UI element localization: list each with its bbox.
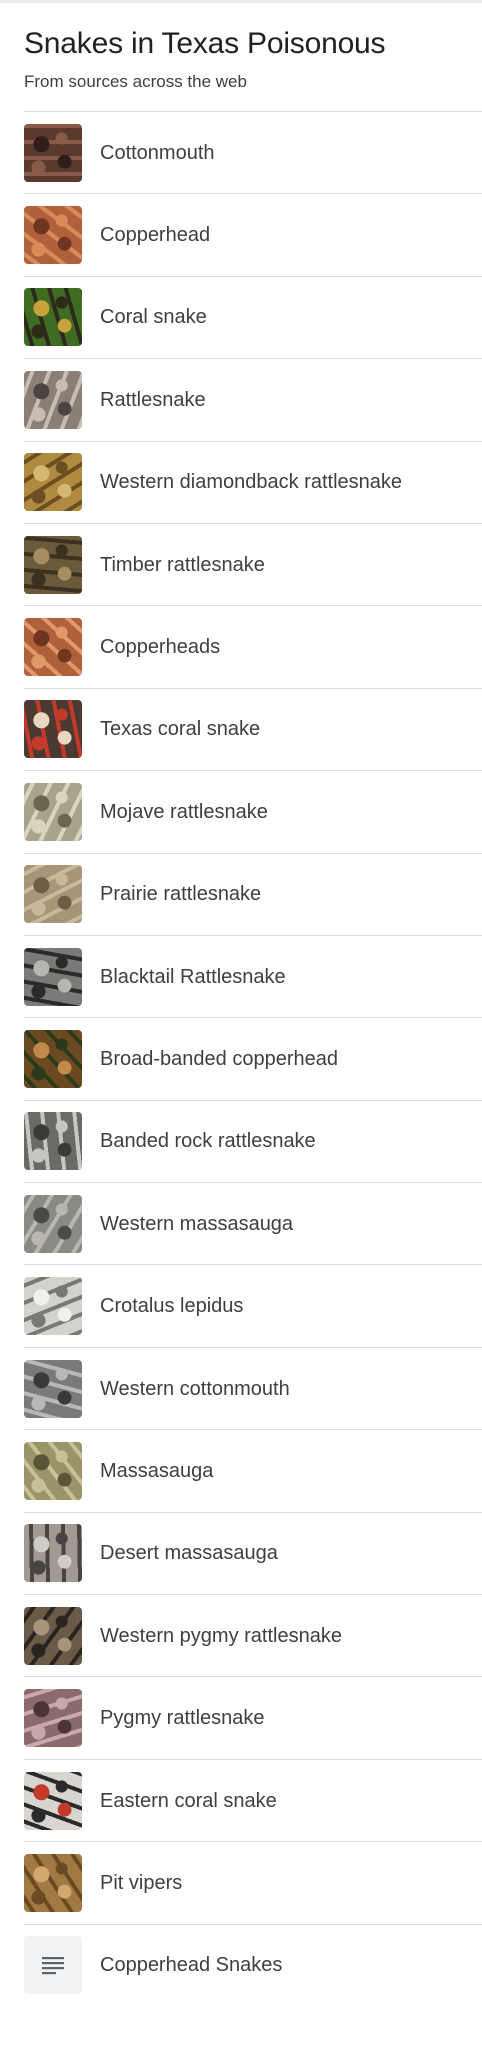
list-item[interactable]: Rattlesnake — [24, 358, 482, 440]
top-divider — [0, 0, 482, 3]
snake-thumbnail — [24, 123, 82, 182]
list-item-label: Prairie rattlesnake — [100, 883, 262, 906]
snake-thumbnail — [24, 1441, 82, 1500]
list-item-label: Eastern coral snake — [100, 1789, 277, 1812]
list-item[interactable]: Coral snake — [24, 275, 482, 358]
snake-thumbnail — [24, 618, 82, 677]
list-item-label: Copperhead Snakes — [100, 1954, 283, 1977]
list-item[interactable]: Timber rattlesnake — [24, 522, 482, 605]
snake-thumbnail — [24, 1606, 82, 1665]
list-item[interactable]: Cottonmouth — [24, 111, 482, 193]
list-item[interactable]: Western pygmy rattlesnake — [24, 1594, 482, 1676]
list-item-label: Banded rock rattlesnake — [100, 1130, 316, 1153]
snake-thumbnail — [24, 206, 82, 265]
snake-thumbnail — [24, 1853, 82, 1912]
list-item[interactable]: Western massasauga — [24, 1182, 482, 1264]
list-item-label: Rattlesnake — [100, 388, 206, 411]
list-item[interactable]: Broad-banded copperhead — [24, 1017, 482, 1099]
list-item[interactable]: Copperhead — [24, 193, 482, 275]
list-item-label: Western diamondback rattlesnake — [100, 471, 403, 494]
list-item[interactable]: Pit vipers — [24, 1841, 482, 1923]
list-item[interactable]: Copperhead Snakes — [24, 1923, 482, 2006]
snake-thumbnail — [24, 1112, 82, 1171]
list-item[interactable]: Mojave rattlesnake — [24, 770, 482, 852]
list-item[interactable]: Massasauga — [24, 1429, 482, 1511]
list-item[interactable]: Western cottonmouth — [24, 1346, 482, 1429]
page-title: Snakes in Texas Poisonous — [24, 27, 386, 60]
list-item[interactable]: Texas coral snake — [24, 687, 482, 770]
snake-thumbnail — [24, 288, 82, 347]
snake-thumbnail — [24, 453, 82, 512]
snake-thumbnail — [24, 1359, 82, 1418]
list-item-label: Pygmy rattlesnake — [100, 1707, 265, 1730]
list-item-label: Timber rattlesnake — [100, 553, 265, 576]
list-item-label: Desert massasauga — [100, 1542, 278, 1565]
snake-thumbnail — [24, 947, 82, 1006]
list-item[interactable]: Eastern coral snake — [24, 1758, 482, 1841]
snake-thumbnail — [24, 865, 82, 924]
list-item-label: Pit vipers — [100, 1871, 183, 1894]
list-item[interactable]: Desert massasauga — [24, 1511, 482, 1594]
snake-thumbnail — [24, 1689, 82, 1748]
list-item[interactable]: Banded rock rattlesnake — [24, 1099, 482, 1182]
result-list: Cottonmouth Copperhead Coral snake Rattlesn… — [24, 111, 482, 2006]
list-item-label: Texas coral snake — [100, 718, 261, 741]
results-page: Snakes in Texas Poisonous From sources a… — [0, 0, 482, 2048]
snake-thumbnail — [24, 1194, 82, 1253]
list-item[interactable]: Crotalus lepidus — [24, 1264, 482, 1346]
snake-thumbnail — [24, 1771, 82, 1830]
snake-thumbnail — [24, 1524, 82, 1583]
list-item-label: Broad-banded copperhead — [100, 1047, 338, 1070]
snake-thumbnail — [24, 1277, 82, 1336]
snake-thumbnail — [24, 1029, 82, 1088]
list-item-label: Copperheads — [100, 636, 221, 659]
list-item[interactable]: Prairie rattlesnake — [24, 852, 482, 935]
list-item-label: Mojave rattlesnake — [100, 800, 268, 823]
list-item[interactable]: Blacktail Rattlesnake — [24, 934, 482, 1017]
snake-thumbnail — [24, 782, 82, 841]
list-item-label: Western massasauga — [100, 1212, 294, 1235]
list-item-label: Cottonmouth — [100, 141, 215, 164]
list-item-label: Blacktail Rattlesnake — [100, 965, 286, 988]
list-item[interactable]: Western diamondback rattlesnake — [24, 440, 482, 523]
list-item-label: Copperhead — [100, 224, 211, 247]
list-item-label: Western pygmy rattlesnake — [100, 1624, 342, 1647]
list-item-label: Coral snake — [100, 306, 207, 329]
list-item[interactable]: Copperheads — [24, 605, 482, 687]
document-icon — [24, 1936, 82, 1995]
page-subtitle: From sources across the web — [24, 72, 247, 91]
snake-thumbnail — [24, 700, 82, 759]
list-item-label: Massasauga — [100, 1459, 214, 1482]
list-item-label: Western cottonmouth — [100, 1377, 290, 1400]
list-item-label: Crotalus lepidus — [100, 1295, 244, 1318]
snake-thumbnail — [24, 535, 82, 594]
list-item[interactable]: Pygmy rattlesnake — [24, 1676, 482, 1758]
snake-thumbnail — [24, 370, 82, 429]
